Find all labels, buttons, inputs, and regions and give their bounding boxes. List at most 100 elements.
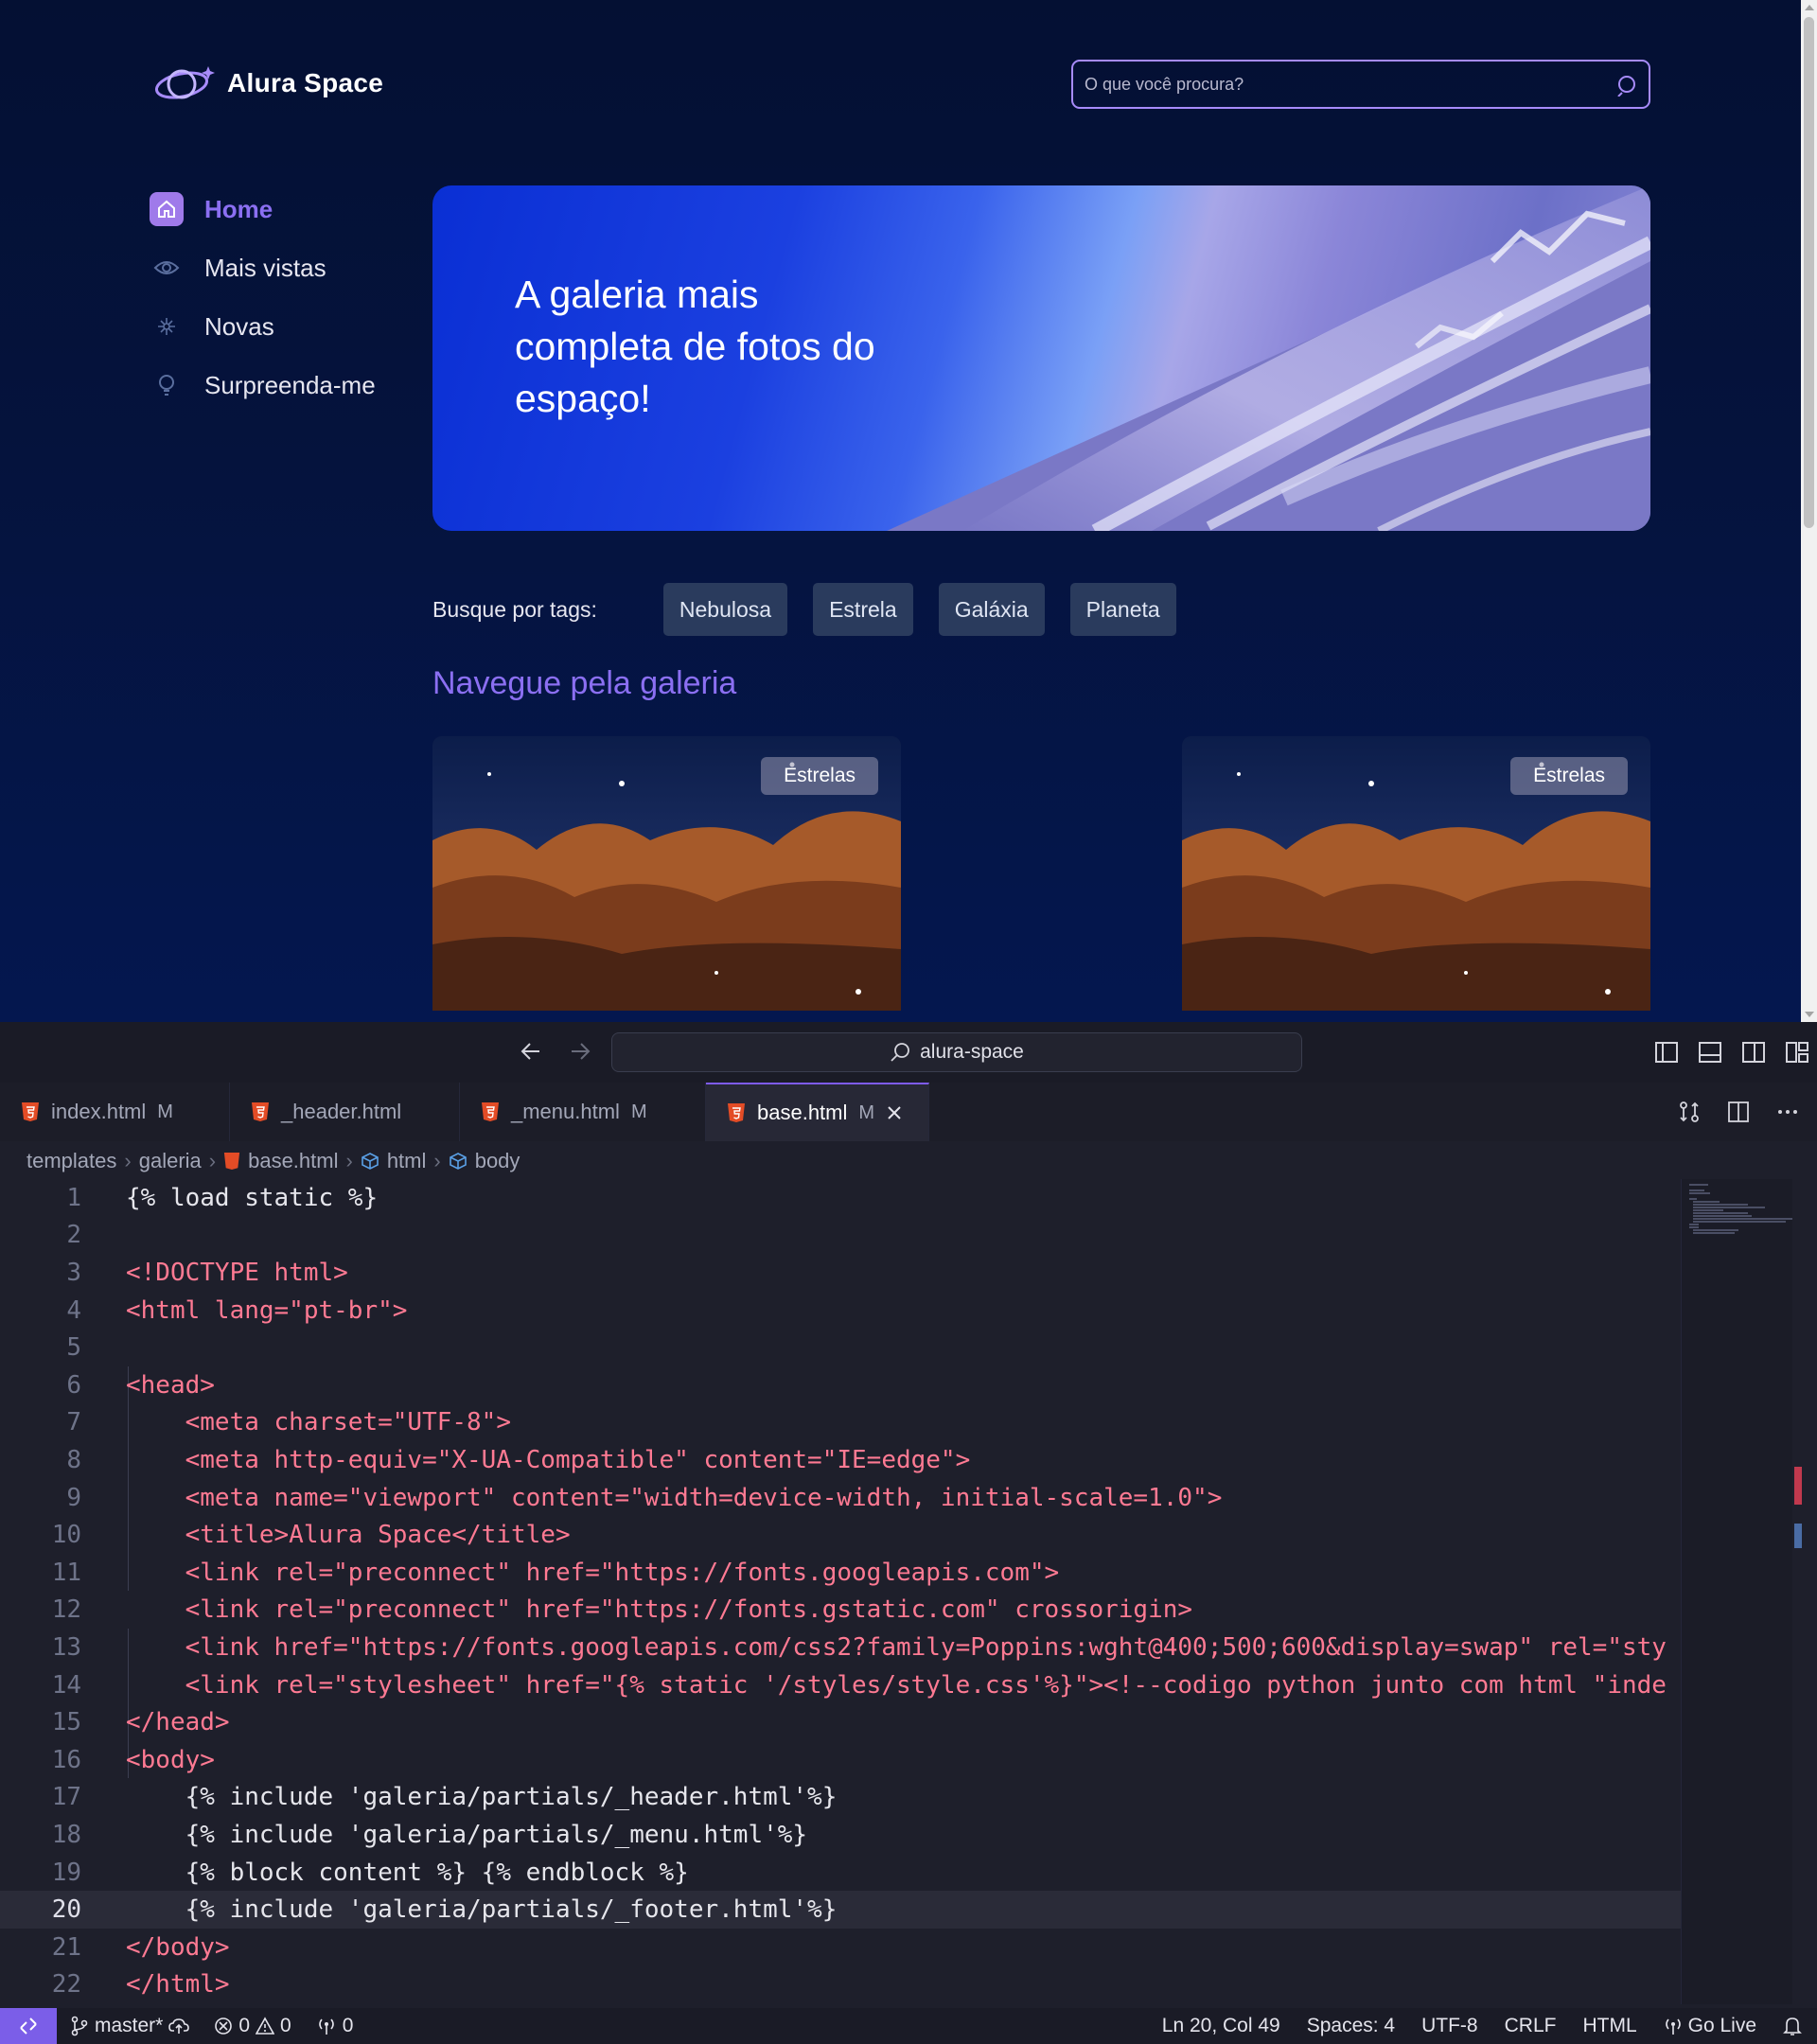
split-editor-icon[interactable] (1726, 1100, 1751, 1124)
code-line[interactable]: 6 <head> (0, 1366, 1681, 1404)
breadcrumb: templates › galeria › base.html › html ›… (26, 1145, 520, 1177)
hero-banner: A galeria mais completa de fotos do espa… (432, 185, 1650, 531)
code-line[interactable]: 9 <meta name="viewport" content="width=d… (0, 1479, 1681, 1517)
code-line[interactable]: 3 <!DOCTYPE html> (0, 1254, 1681, 1292)
search-icon[interactable] (1616, 74, 1639, 97)
symbol-element-icon (449, 1153, 467, 1170)
code-line[interactable]: 12 <link rel="preconnect" href="https://… (0, 1592, 1681, 1630)
line-number: 20 (51, 1895, 81, 1925)
tab-base-html[interactable]: base.html M (706, 1083, 929, 1141)
warning-count: 0 (280, 2015, 291, 2036)
broadcast-icon (1665, 2018, 1681, 2035)
scrollbar-thumb[interactable] (1804, 17, 1814, 528)
encoding[interactable]: UTF-8 (1421, 2015, 1478, 2037)
tag-button-planeta[interactable]: Planeta (1069, 583, 1176, 636)
code-line[interactable]: 10 <title>Alura Space</title> (0, 1516, 1681, 1554)
gallery-card[interactable]: Estrelas (1182, 736, 1650, 1011)
branch-status[interactable]: master* (70, 2015, 190, 2037)
ports-status[interactable]: 0 (316, 2015, 353, 2037)
chevron-right-icon: › (124, 1149, 132, 1172)
cursor-position[interactable]: Ln 20, Col 49 (1162, 2015, 1280, 2037)
tab-header-html[interactable]: _header.html (230, 1083, 460, 1141)
code-text: <body> (126, 1745, 215, 1774)
source-control-compare-icon[interactable] (1677, 1100, 1702, 1124)
title-bar: alura-space (0, 1022, 1817, 1083)
code-line[interactable]: 7 <meta charset="UTF-8"> (0, 1404, 1681, 1442)
more-actions-icon[interactable] (1775, 1100, 1800, 1124)
tab-index-html[interactable]: index.html M (0, 1083, 230, 1141)
nav-item-mais-vistas[interactable]: Mais vistas (150, 238, 376, 297)
minimap[interactable] (1681, 1179, 1793, 2004)
breadcrumb-item[interactable]: templates (26, 1149, 116, 1173)
code-editor[interactable]: 1 {% load static %} 2 3 <!DOCTYPE html> 4 <… (0, 1179, 1681, 2004)
code-line[interactable]: 8 <meta http-equiv="X-UA-Compatible" con… (0, 1441, 1681, 1479)
code-line[interactable]: 15 </head> (0, 1703, 1681, 1741)
search-box[interactable] (1071, 60, 1650, 109)
code-text: {% include 'galeria/partials/_footer.htm… (126, 1895, 838, 1925)
layout-controls (1654, 1040, 1809, 1065)
code-line[interactable]: 2 (0, 1217, 1681, 1255)
language-mode[interactable]: HTML (1582, 2015, 1636, 2037)
search-input[interactable] (1073, 62, 1649, 107)
tag-button-galaxia[interactable]: Galáxia (938, 583, 1045, 636)
go-live-button[interactable]: Go Live (1664, 2015, 1756, 2037)
scroll-down-icon[interactable] (1805, 1012, 1814, 1017)
breadcrumb-item[interactable]: html (387, 1149, 427, 1173)
nav-item-novas[interactable]: Novas (150, 297, 376, 356)
tab-menu-html[interactable]: _menu.html M (460, 1083, 706, 1141)
command-center[interactable]: alura-space (611, 1032, 1302, 1072)
code-text: <meta http-equiv="X-UA-Compatible" conte… (126, 1445, 971, 1474)
line-number: 22 (51, 1970, 81, 2000)
code-line[interactable]: 17 {% include 'galeria/partials/_header.… (0, 1779, 1681, 1817)
nav-item-surpreenda-me[interactable]: Surpreenda-me (150, 356, 376, 414)
nav-label: Novas (204, 311, 274, 341)
code-line[interactable]: 1 {% load static %} (0, 1179, 1681, 1217)
customize-layout-icon[interactable] (1785, 1040, 1809, 1065)
toggle-sidebar-icon[interactable] (1654, 1040, 1679, 1065)
toggle-panel-icon[interactable] (1698, 1040, 1722, 1065)
breadcrumb-item[interactable]: body (475, 1149, 520, 1173)
logo-text: Alura Space (227, 68, 384, 97)
editor-tabs: index.html M _header.html _menu.html M b… (0, 1083, 1817, 1141)
end-of-line[interactable]: CRLF (1505, 2015, 1557, 2037)
scroll-up-icon[interactable] (1805, 5, 1814, 10)
breadcrumb-item[interactable]: galeria (139, 1149, 202, 1173)
modified-badge: M (630, 1101, 647, 1122)
sync-cloud-icon[interactable] (168, 2018, 190, 2035)
code-line[interactable]: 14 <link rel="stylesheet" href="{% stati… (0, 1666, 1681, 1704)
toggle-secondary-sidebar-icon[interactable] (1741, 1040, 1766, 1065)
forward-arrow-icon[interactable] (568, 1039, 592, 1064)
indentation[interactable]: Spaces: 4 (1307, 2015, 1395, 2037)
website-preview: Alura Space Home Mais vistas Novas (0, 0, 1817, 1022)
code-text: {% block content %} {% endblock %} (126, 1858, 689, 1887)
remote-indicator[interactable] (0, 2008, 57, 2044)
code-line[interactable]: 11 <link rel="preconnect" href="https://… (0, 1554, 1681, 1592)
nav-item-home[interactable]: Home (150, 180, 376, 238)
eye-icon (150, 251, 184, 285)
history-navigation (519, 1039, 592, 1064)
code-line[interactable]: 16 <body> (0, 1741, 1681, 1779)
tag-button-estrela[interactable]: Estrela (813, 583, 913, 636)
editor-scrollbar[interactable] (1792, 1179, 1817, 2004)
notifications-button[interactable] (1783, 2016, 1802, 2036)
code-line[interactable]: 18 {% include 'galeria/partials/_menu.ht… (0, 1816, 1681, 1854)
close-icon[interactable] (886, 1104, 903, 1121)
code-line-current[interactable]: 20 {% include 'galeria/partials/_footer.… (0, 1891, 1681, 1929)
code-line[interactable]: 22 </html> (0, 1966, 1681, 2004)
line-number: 13 (51, 1632, 81, 1662)
page-scrollbar[interactable] (1801, 0, 1817, 1022)
modified-badge: M (858, 1101, 875, 1123)
code-line[interactable]: 21 </body> (0, 1929, 1681, 1966)
code-line[interactable]: 5 (0, 1329, 1681, 1366)
line-number: 14 (51, 1670, 81, 1700)
code-line[interactable]: 19 {% block content %} {% endblock %} (0, 1854, 1681, 1892)
code-line[interactable]: 4 <html lang="pt-br"> (0, 1292, 1681, 1330)
gallery-card[interactable]: Estrelas (432, 736, 901, 1011)
site-logo[interactable]: Alura Space (153, 61, 383, 106)
tag-button-nebulosa[interactable]: Nebulosa (662, 583, 788, 636)
code-line[interactable]: 13 <link href="https://fonts.googleapis.… (0, 1629, 1681, 1666)
problems-status[interactable]: 0 0 (214, 2015, 291, 2037)
back-arrow-icon[interactable] (519, 1039, 543, 1064)
breadcrumb-item[interactable]: base.html (248, 1149, 338, 1173)
line-number: 8 (66, 1445, 81, 1474)
